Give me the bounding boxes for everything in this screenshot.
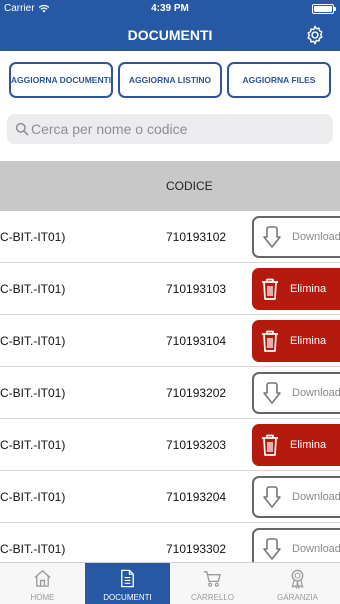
trash-icon (258, 275, 282, 303)
button-label: Elimina (290, 439, 327, 451)
tab-label: CARRELLO (190, 593, 235, 602)
delete-button[interactable]: Elimina (252, 424, 340, 466)
delete-button[interactable]: Elimina (252, 268, 340, 310)
download-icon (260, 223, 284, 251)
document-code: 710193203 (166, 438, 227, 452)
download-button[interactable]: Download (252, 476, 340, 518)
button-label: Download (292, 387, 340, 399)
table-header: CODICE (0, 161, 340, 211)
document-name: C-BIT.-IT01) (0, 438, 66, 452)
tab-label: HOME (30, 593, 55, 602)
button-label: Download (292, 491, 340, 503)
document-name: C-BIT.-IT01) (0, 282, 66, 296)
action-buttons: AGGIORNA DOCUMENTI AGGIORNA LISTINO AGGI… (0, 51, 340, 106)
column-header-codice: CODICE (166, 179, 213, 193)
search-icon (15, 122, 29, 136)
table-row[interactable]: C-BIT.-IT01) 710193103 Elimina (0, 263, 340, 315)
table-row[interactable]: C-BIT.-IT01) 710193203 Elimina (0, 419, 340, 471)
tab-label: DOCUMENTI (103, 593, 152, 602)
tab-carrello[interactable]: CARRELLO (170, 563, 255, 604)
award-icon (291, 569, 304, 589)
home-icon (34, 570, 51, 587)
cart-icon (203, 571, 221, 587)
download-button[interactable]: Download (252, 216, 340, 258)
button-label: Elimina (290, 283, 327, 295)
document-code: 710193302 (166, 542, 227, 556)
update-files-button[interactable]: AGGIORNA FILES (227, 62, 331, 98)
battery-icon (312, 4, 336, 14)
button-label: Download (292, 543, 340, 555)
update-price-list-button[interactable]: AGGIORNA LISTINO (118, 62, 222, 98)
download-icon (260, 483, 284, 511)
button-label: Download (292, 231, 340, 243)
delete-button[interactable]: Elimina (252, 320, 340, 362)
trash-icon (258, 431, 282, 459)
tab-garanzia[interactable]: GARANZIA (255, 563, 340, 604)
status-time: 4:39 PM (151, 3, 189, 14)
document-name: C-BIT.-IT01) (0, 230, 66, 244)
tab-documenti[interactable]: DOCUMENTI (85, 563, 170, 604)
table-row[interactable]: C-BIT.-IT01) 710193202 Download (0, 367, 340, 419)
document-icon (121, 569, 134, 588)
navigation-bar: DOCUMENTI (0, 18, 340, 51)
trash-icon (258, 327, 282, 355)
document-name: C-BIT.-IT01) (0, 542, 66, 556)
table-row[interactable]: C-BIT.-IT01) 710193302 Download (0, 523, 340, 564)
document-code: 710193202 (166, 386, 227, 400)
document-code: 710193103 (166, 282, 227, 296)
document-code: 710193204 (166, 490, 227, 504)
document-list[interactable]: C-BIT.-IT01) 710193102 Download C-BIT.-IT01… (0, 211, 340, 564)
page-title: DOCUMENTI (127, 27, 213, 43)
search-input[interactable]: Cerca per nome o codice (7, 114, 333, 144)
download-icon (260, 535, 284, 563)
update-documents-button[interactable]: AGGIORNA DOCUMENTI (9, 62, 113, 98)
document-code: 710193102 (166, 230, 227, 244)
document-name: C-BIT.-IT01) (0, 490, 66, 504)
document-name: C-BIT.-IT01) (0, 334, 66, 348)
status-bar: Carrier 4:39 PM (0, 0, 340, 18)
table-row[interactable]: C-BIT.-IT01) 710193204 Download (0, 471, 340, 523)
download-button[interactable]: Download (252, 528, 340, 564)
download-button[interactable]: Download (252, 372, 340, 414)
search-placeholder: Cerca per nome o codice (31, 121, 188, 137)
document-name: C-BIT.-IT01) (0, 386, 66, 400)
table-row[interactable]: C-BIT.-IT01) 710193102 Download (0, 211, 340, 263)
tab-home[interactable]: HOME (0, 563, 85, 604)
tab-bar: HOME DOCUMENTI CARRELLO GARANZIA (0, 562, 340, 604)
button-label: Elimina (290, 335, 327, 347)
tab-label: GARANZIA (277, 593, 318, 602)
download-icon (260, 379, 284, 407)
gear-icon[interactable] (304, 24, 326, 46)
table-row[interactable]: C-BIT.-IT01) 710193104 Elimina (0, 315, 340, 367)
document-code: 710193104 (166, 334, 227, 348)
